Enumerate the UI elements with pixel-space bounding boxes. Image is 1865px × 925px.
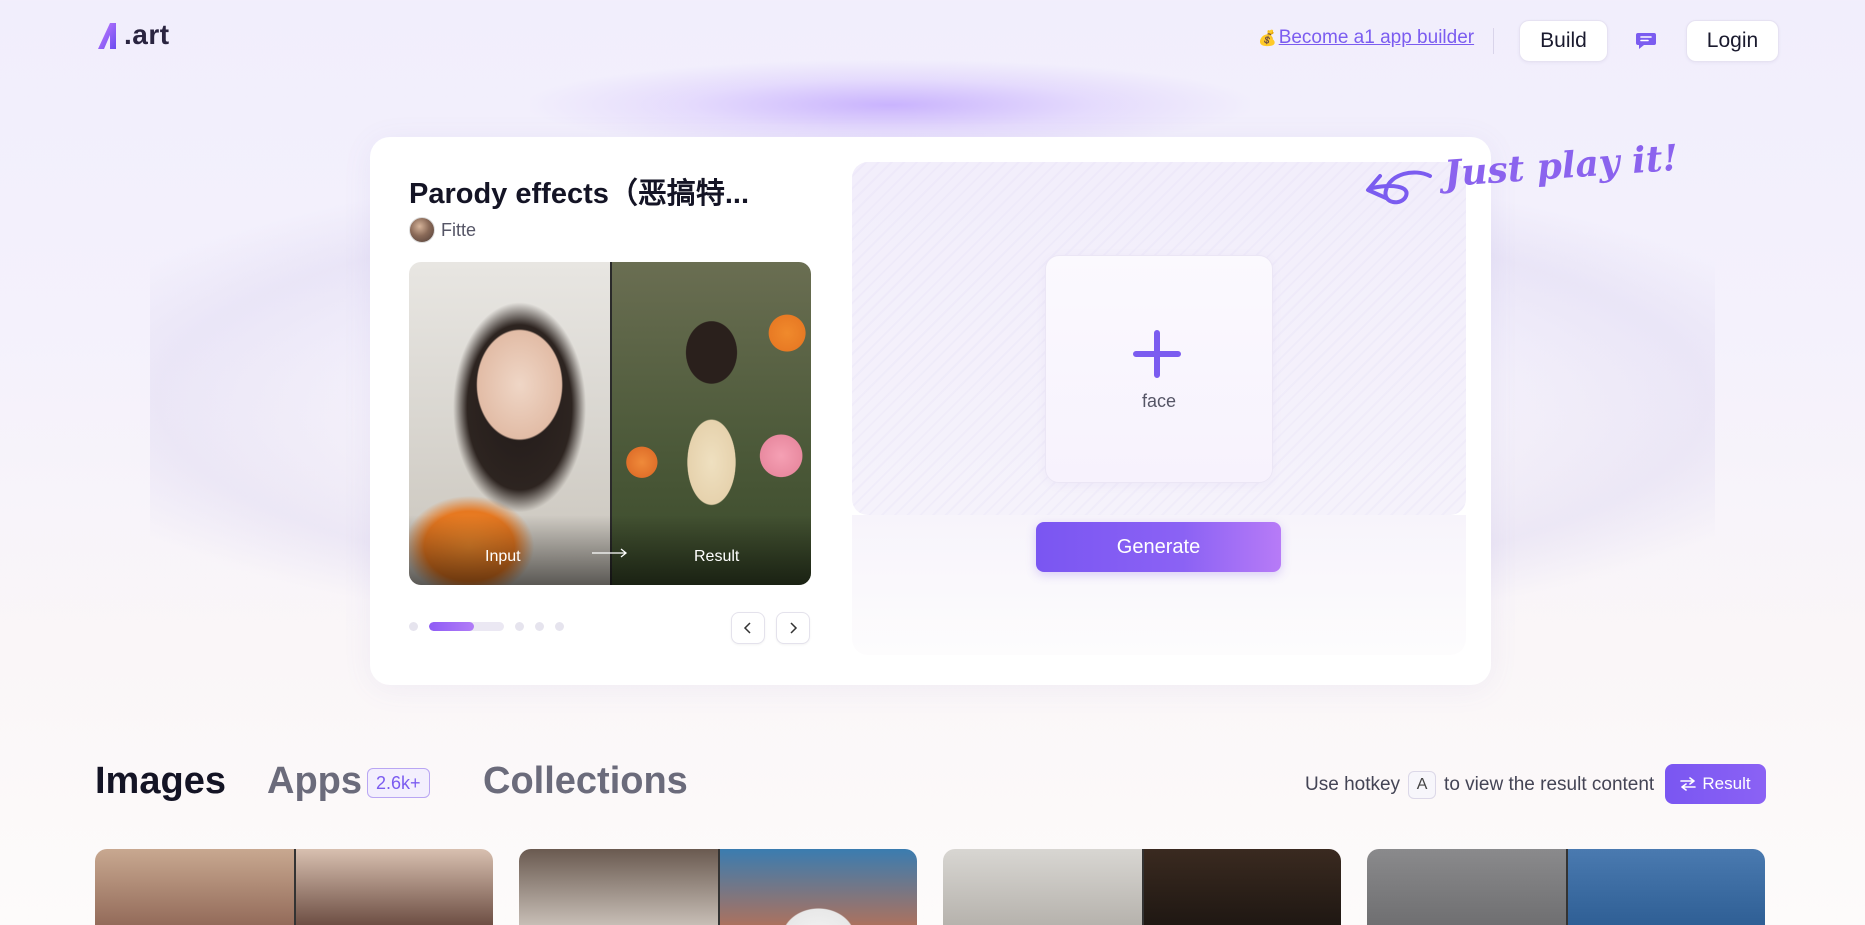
gallery-item[interactable] (519, 849, 917, 925)
carousel-prev-button[interactable] (731, 612, 765, 644)
gallery-input-image (1367, 849, 1566, 925)
tab-apps[interactable]: Apps (267, 760, 362, 803)
app-author[interactable]: Fitte (409, 217, 476, 243)
become-builder-label[interactable]: Become a1 app builder (1279, 27, 1474, 49)
apps-count-badge: 2.6k+ (367, 768, 430, 798)
gallery-item[interactable] (1367, 849, 1765, 925)
result-button-label: Result (1702, 774, 1751, 793)
gallery-result-image (718, 849, 917, 925)
chat-bubble-icon (1636, 33, 1656, 49)
example-preview-image[interactable] (409, 262, 811, 585)
arrow-right-icon (592, 548, 628, 558)
plus-icon (1133, 330, 1181, 378)
gallery-item[interactable] (943, 849, 1341, 925)
gallery-input-image (95, 849, 294, 925)
money-bag-icon: 💰 (1258, 30, 1277, 47)
author-name: Fitte (441, 219, 477, 240)
build-button[interactable]: Build (1519, 20, 1608, 62)
gallery-input-image (519, 849, 718, 925)
carousel-dot[interactable] (535, 622, 544, 631)
avatar (409, 217, 435, 243)
input-label: Input (485, 548, 521, 565)
carousel-next-button[interactable] (776, 612, 810, 644)
tab-images[interactable]: Images (95, 760, 226, 803)
generate-button[interactable]: Generate (1036, 522, 1281, 572)
carousel-dot[interactable] (515, 622, 524, 631)
become-builder-link[interactable]: 💰 Become a1 app builder (1258, 27, 1474, 49)
a1-logo-icon (98, 23, 116, 49)
chat-button[interactable] (1623, 20, 1669, 62)
gallery-result-image (1566, 849, 1765, 925)
carousel-active-track[interactable] (429, 622, 504, 631)
result-toggle-button[interactable]: Result (1665, 764, 1766, 804)
gallery-input-image (943, 849, 1142, 925)
chevron-right-icon (790, 622, 798, 634)
result-label: Result (694, 548, 740, 565)
hotkey-suffix: to view the result content (1444, 774, 1655, 795)
logo[interactable]: .art (96, 20, 170, 50)
hotkey-key: A (1408, 771, 1437, 799)
logo-text: .art (124, 19, 170, 50)
hotkey-prefix: Use hotkey (1305, 774, 1401, 795)
gallery-result-image (1142, 849, 1341, 925)
hotkey-hint: Use hotkey A to view the result content (1305, 771, 1654, 799)
carousel-dot[interactable] (555, 622, 564, 631)
tab-collections[interactable]: Collections (483, 760, 688, 803)
login-button[interactable]: Login (1686, 20, 1779, 62)
swap-icon (1680, 777, 1697, 791)
carousel-progress (429, 622, 474, 631)
gallery-result-image (294, 849, 493, 925)
carousel-indicators (409, 622, 575, 631)
gallery-item[interactable] (95, 849, 493, 925)
chevron-left-icon (743, 622, 751, 634)
top-header: .art 💰 Become a1 app builder Build Login (0, 0, 1865, 82)
carousel-dot[interactable] (409, 622, 418, 631)
app-title[interactable]: Parody effects（恶搞特... (409, 170, 749, 212)
header-divider (1493, 28, 1494, 54)
upload-label: face (1141, 391, 1177, 411)
